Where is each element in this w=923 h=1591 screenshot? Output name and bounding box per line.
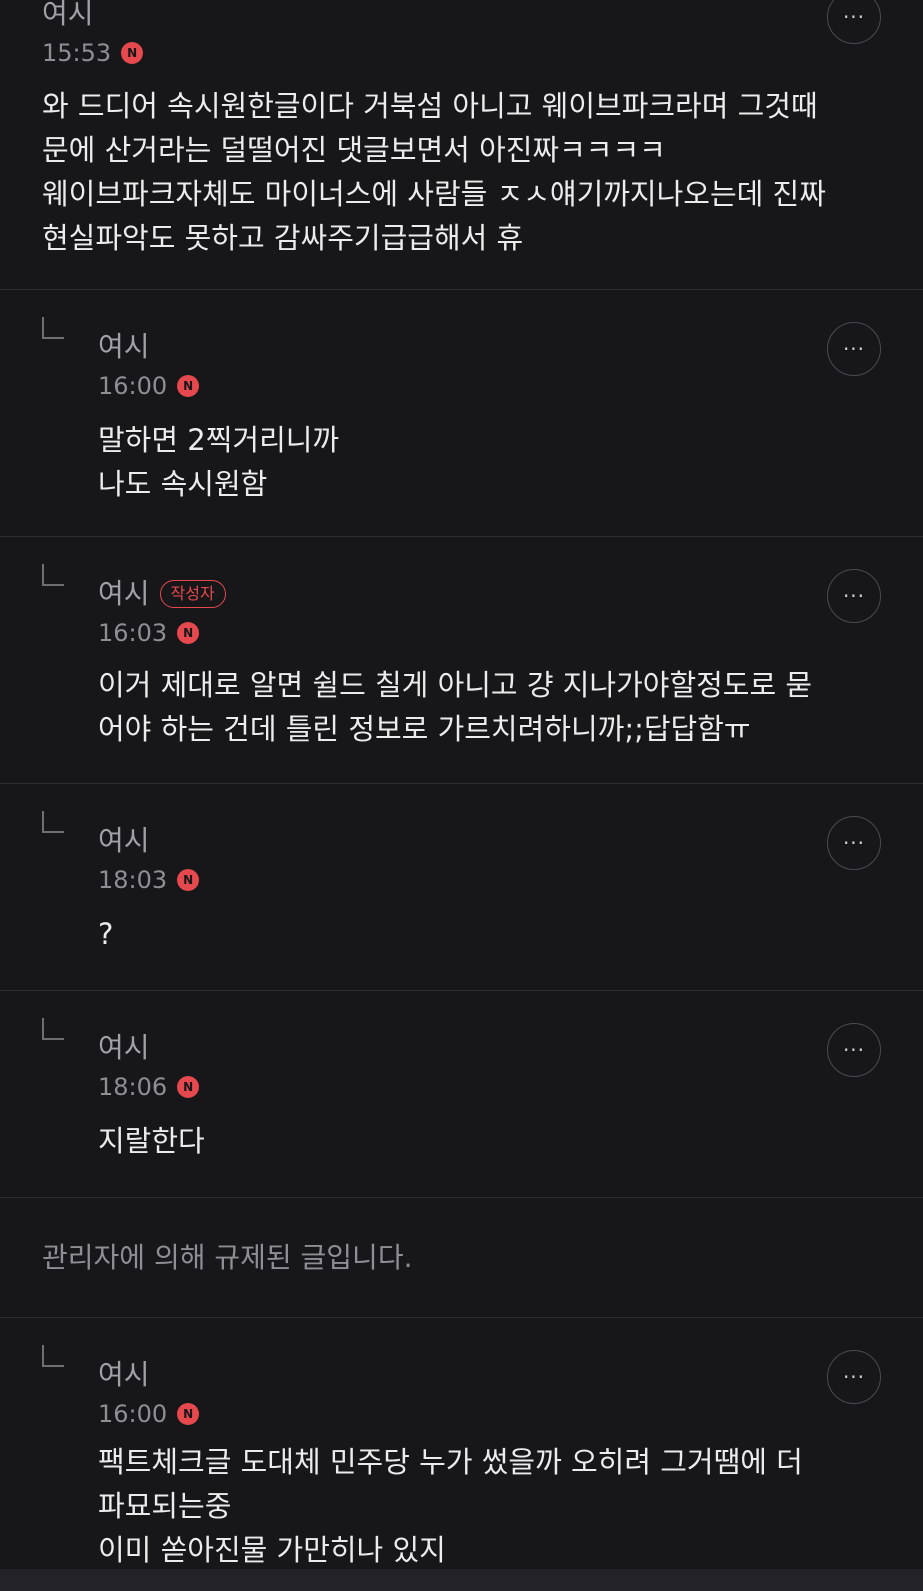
bottom-toolbar-edge	[0, 1569, 923, 1591]
more-options-button[interactable]: ···	[827, 816, 881, 870]
comment-body: 와 드디어 속시원한글이다 거북섬 아니고 웨이브파크라며 그것때 문에 산거라…	[42, 89, 826, 255]
author-name[interactable]: 여시	[98, 1358, 150, 1392]
comment-author[interactable]: 여시	[98, 1358, 150, 1392]
reply-item: 여시 16:00 N ··· 말하면 2찍거리니까 나도 속시원함	[0, 290, 923, 537]
more-options-button[interactable]: ···	[827, 0, 881, 44]
comment-author[interactable]: 여시	[42, 0, 94, 31]
comment-time: 16:00	[98, 372, 168, 400]
comment-author[interactable]: 여시	[98, 824, 150, 858]
reply-arrow-icon	[42, 1345, 64, 1367]
comment-meta: 16:00 N	[98, 371, 200, 401]
new-badge-icon: N	[177, 1076, 200, 1098]
comment-item: 여시 15:53 N ··· 와 드디어 속시원한글이다 거북섬 아니고 웨이브…	[0, 0, 923, 290]
moderation-notice: 관리자에 의해 규제된 글입니다.	[42, 1241, 413, 1274]
comment-body: 이거 제대로 알면 쉴드 칠게 아니고 걍 지나가야할정도로 묻 어야 하는 건…	[98, 668, 813, 746]
reply-arrow-icon	[42, 1018, 64, 1040]
new-badge-icon: N	[177, 869, 200, 891]
more-options-button[interactable]: ···	[827, 569, 881, 623]
more-options-button[interactable]: ···	[827, 322, 881, 376]
comment-body: 지랄한다	[98, 1124, 205, 1158]
author-name[interactable]: 여시	[98, 824, 150, 858]
moderated-comment: 관리자에 의해 규제된 글입니다.	[0, 1198, 923, 1318]
comment-author[interactable]: 여시	[98, 330, 150, 364]
comment-meta: 15:53 N	[42, 38, 144, 68]
comment-body: ?	[98, 917, 114, 951]
more-options-button[interactable]: ···	[827, 1023, 881, 1077]
comment-time: 18:03	[98, 866, 168, 894]
reply-item: 여시 작성자 16:03 N ··· 이거 제대로 알면 쉴드 칠게 아니고 걍…	[0, 537, 923, 784]
new-badge-icon: N	[177, 375, 200, 397]
comment-meta: 18:06 N	[98, 1072, 200, 1102]
author-name[interactable]: 여시	[42, 0, 94, 31]
comment-meta: 16:00 N	[98, 1399, 200, 1429]
author-name[interactable]: 여시	[98, 330, 150, 364]
comment-meta: 18:03 N	[98, 865, 200, 895]
reply-arrow-icon	[42, 564, 64, 586]
reply-item: 여시 18:06 N ··· 지랄한다	[0, 991, 923, 1198]
new-badge-icon: N	[177, 1403, 200, 1425]
comment-body: 말하면 2찍거리니까 나도 속시원함	[98, 423, 340, 501]
author-name[interactable]: 여시	[98, 577, 150, 611]
op-badge: 작성자	[159, 580, 226, 608]
comment-time: 18:06	[98, 1073, 168, 1101]
comment-time: 16:03	[98, 619, 168, 647]
more-options-button[interactable]: ···	[827, 1350, 881, 1404]
comment-time: 16:00	[98, 1400, 168, 1428]
reply-item: 여시 16:00 N ··· 팩트체크글 도대체 민주당 누가 썼을까 오히려 …	[0, 1318, 923, 1591]
new-badge-icon: N	[177, 622, 200, 644]
reply-arrow-icon	[42, 317, 64, 339]
comment-meta: 16:03 N	[98, 618, 200, 648]
comment-author[interactable]: 여시	[98, 1031, 150, 1065]
author-name[interactable]: 여시	[98, 1031, 150, 1065]
new-badge-icon: N	[121, 42, 144, 64]
comment-time: 15:53	[42, 39, 112, 67]
comment-thread: 여시 15:53 N ··· 와 드디어 속시원한글이다 거북섬 아니고 웨이브…	[0, 0, 923, 1591]
reply-arrow-icon	[42, 811, 64, 833]
comment-author[interactable]: 여시 작성자	[98, 577, 226, 611]
comment-body: 팩트체크글 도대체 민주당 누가 썼을까 오히려 그거땜에 더 파묘되는중 이미…	[98, 1445, 803, 1567]
reply-item: 여시 18:03 N ··· ?	[0, 784, 923, 991]
